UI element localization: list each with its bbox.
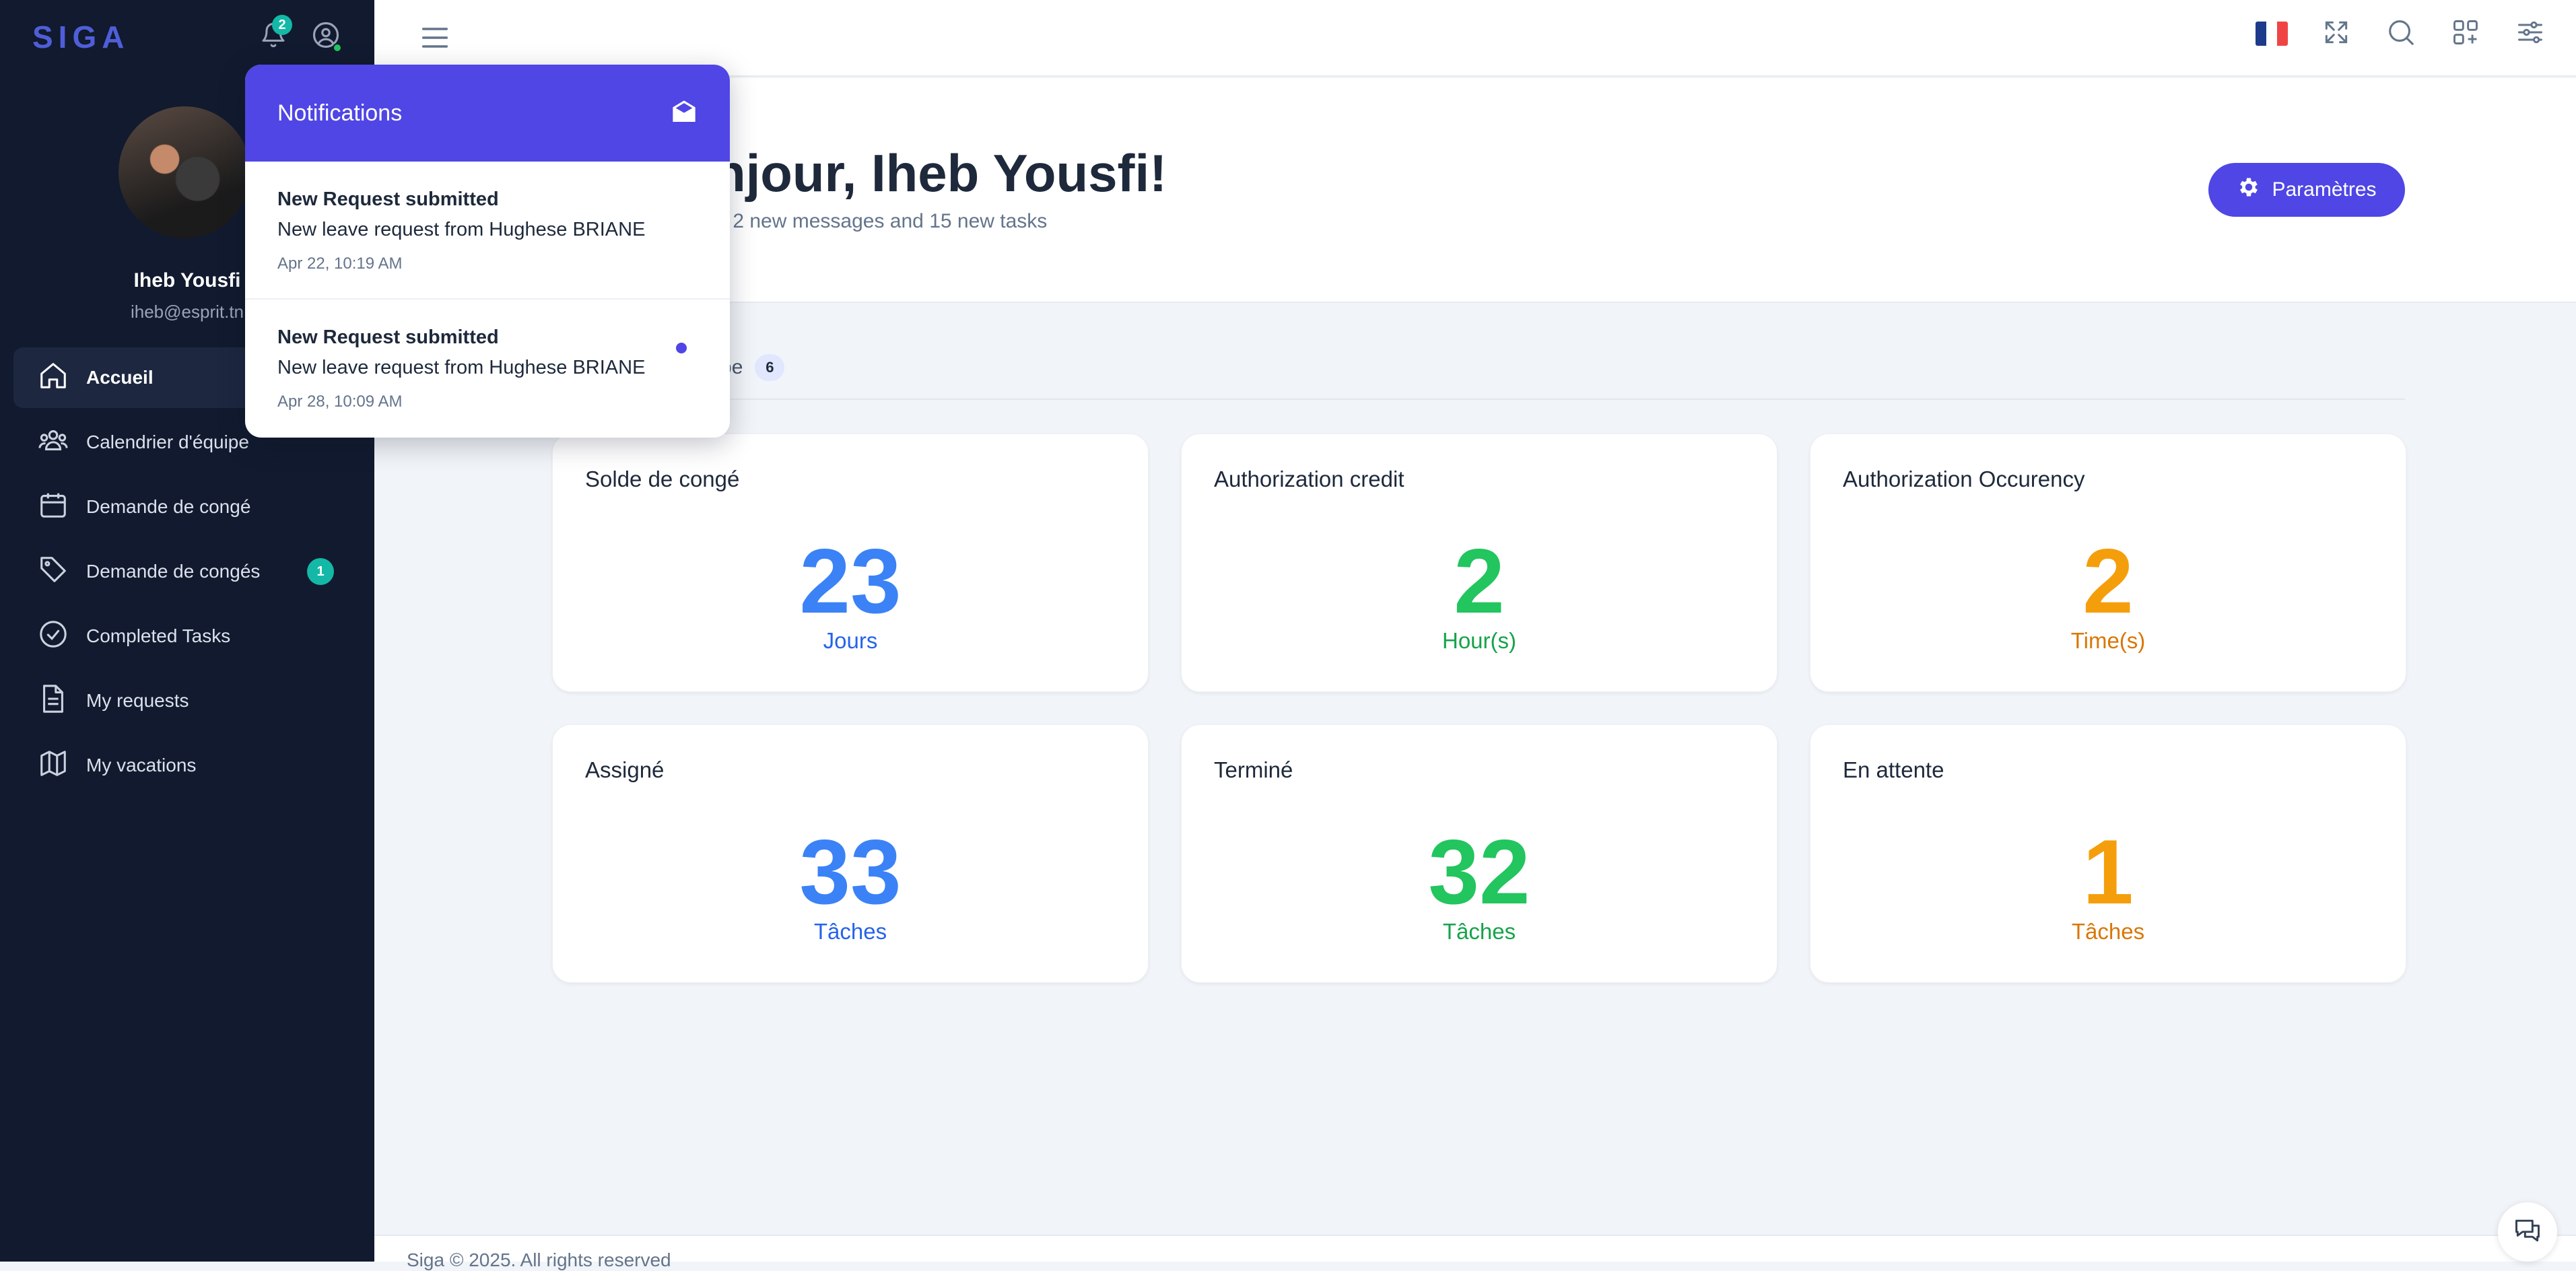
card-label: Solde de congé bbox=[585, 467, 740, 491]
card-unit: Jours bbox=[823, 628, 878, 653]
fullscreen-button[interactable] bbox=[2317, 15, 2355, 53]
notifications-title: Notifications bbox=[277, 100, 403, 126]
footer-copyright: Siga © 2025. All rights reserved bbox=[407, 1249, 671, 1270]
sidebar-item-label: Demande de congé bbox=[86, 496, 251, 517]
sidebar-item-my-vacations[interactable]: My vacations bbox=[13, 735, 361, 796]
calendar-icon bbox=[38, 489, 86, 525]
gear-icon bbox=[2237, 175, 2261, 205]
tag-icon bbox=[38, 554, 86, 590]
notification-item[interactable]: New Request submitted New leave request … bbox=[245, 300, 730, 438]
notification-time: Apr 22, 10:19 AM bbox=[277, 254, 403, 273]
check-circle-icon bbox=[38, 619, 86, 654]
sidebar-item-completed-tasks[interactable]: Completed Tasks bbox=[13, 606, 361, 666]
map-icon bbox=[38, 748, 86, 784]
expand-icon bbox=[2321, 18, 2351, 50]
online-status-dot bbox=[333, 43, 342, 53]
card-unit: Tâches bbox=[2071, 919, 2145, 944]
sidebar-item-label: Accueil bbox=[86, 367, 154, 388]
search-icon bbox=[2385, 17, 2416, 51]
sliders-icon bbox=[2515, 18, 2545, 50]
stat-card-authorization-credit: Authorization credit 2 Hour(s) bbox=[1181, 434, 1777, 692]
sidebar-item-label: Completed Tasks bbox=[86, 625, 231, 646]
sidebar-item-demande-conge[interactable]: Demande de congé bbox=[13, 477, 361, 537]
card-label: En attente bbox=[1843, 757, 1944, 782]
notifications-dropdown: Notifications New Request submitted New … bbox=[245, 65, 730, 438]
mail-open-icon[interactable] bbox=[671, 98, 698, 129]
profile-button[interactable] bbox=[307, 18, 345, 55]
card-unit: Time(s) bbox=[2070, 628, 2146, 653]
users-icon bbox=[38, 425, 86, 460]
customizer-button[interactable] bbox=[2511, 15, 2549, 53]
tab-count-badge: 6 bbox=[755, 354, 785, 381]
file-icon bbox=[38, 683, 86, 719]
stat-card-solde-conge: Solde de congé 23 Jours bbox=[552, 434, 1149, 692]
card-label: Terminé bbox=[1214, 757, 1293, 782]
settings-button[interactable]: Paramètres bbox=[2208, 163, 2405, 217]
sidebar-item-label: Calendrier d'équipe bbox=[86, 432, 249, 452]
notification-body: New leave request from Hughese BRIANE bbox=[277, 357, 646, 378]
card-unit: Tâches bbox=[813, 919, 887, 944]
card-value: 33 bbox=[799, 821, 902, 923]
stat-card-assigne: Assigné 33 Tâches bbox=[552, 724, 1149, 983]
hamburger-icon bbox=[417, 28, 452, 58]
card-value: 2 bbox=[2082, 530, 2134, 632]
notification-count-badge: 2 bbox=[272, 15, 292, 35]
footer: Siga © 2025. All rights reserved bbox=[374, 1235, 2576, 1270]
card-unit: Tâches bbox=[1442, 919, 1516, 944]
card-value: 2 bbox=[1454, 530, 1505, 632]
nav-count-badge: 1 bbox=[307, 558, 334, 585]
chat-bubbles-icon bbox=[2513, 1216, 2542, 1249]
stat-card-en-attente: En attente 1 Tâches bbox=[1810, 724, 2406, 983]
stat-card-termine: Terminé 32 Tâches bbox=[1181, 724, 1777, 983]
chat-button[interactable] bbox=[2498, 1202, 2557, 1262]
notification-title: New Request submitted bbox=[277, 188, 499, 210]
avatar bbox=[118, 106, 250, 238]
stat-card-authorization-occurency: Authorization Occurency 2 Time(s) bbox=[1810, 434, 2406, 692]
card-label: Authorization Occurency bbox=[1843, 467, 2085, 491]
language-button[interactable] bbox=[2253, 15, 2291, 53]
card-value: 32 bbox=[1428, 821, 1530, 923]
sidebar-item-label: Demande de congés bbox=[86, 561, 261, 582]
sidebar-item-label: My vacations bbox=[86, 755, 197, 776]
settings-button-label: Paramètres bbox=[2272, 178, 2377, 201]
apps-grid-icon bbox=[2451, 18, 2480, 50]
notification-body: New leave request from Hughese BRIANE bbox=[277, 219, 646, 240]
notification-title: New Request submitted bbox=[277, 327, 499, 348]
notification-item[interactable]: New Request submitted New leave request … bbox=[245, 162, 730, 300]
sidebar-item-my-requests[interactable]: My requests bbox=[13, 671, 361, 731]
card-label: Assigné bbox=[585, 757, 665, 782]
home-icon bbox=[38, 360, 86, 396]
card-label: Authorization credit bbox=[1214, 467, 1404, 491]
card-value: 1 bbox=[2082, 821, 2134, 923]
tabs-bar: Équipe 6 bbox=[552, 342, 2405, 400]
app-logo[interactable]: SIGA bbox=[32, 19, 129, 55]
france-flag-icon bbox=[2256, 22, 2288, 46]
search-button[interactable] bbox=[2382, 15, 2420, 53]
sidebar-item-demande-conges[interactable]: Demande de congés 1 bbox=[13, 541, 361, 602]
menu-toggle-button[interactable] bbox=[417, 20, 452, 55]
card-unit: Hour(s) bbox=[1442, 628, 1516, 653]
apps-button[interactable] bbox=[2447, 15, 2484, 53]
notifications-button[interactable]: 2 bbox=[255, 15, 292, 55]
unread-indicator bbox=[676, 343, 687, 353]
notifications-header: Notifications bbox=[245, 65, 730, 162]
sidebar-item-label: My requests bbox=[86, 690, 189, 711]
card-value: 23 bbox=[799, 530, 902, 632]
notification-time: Apr 28, 10:09 AM bbox=[277, 392, 403, 411]
